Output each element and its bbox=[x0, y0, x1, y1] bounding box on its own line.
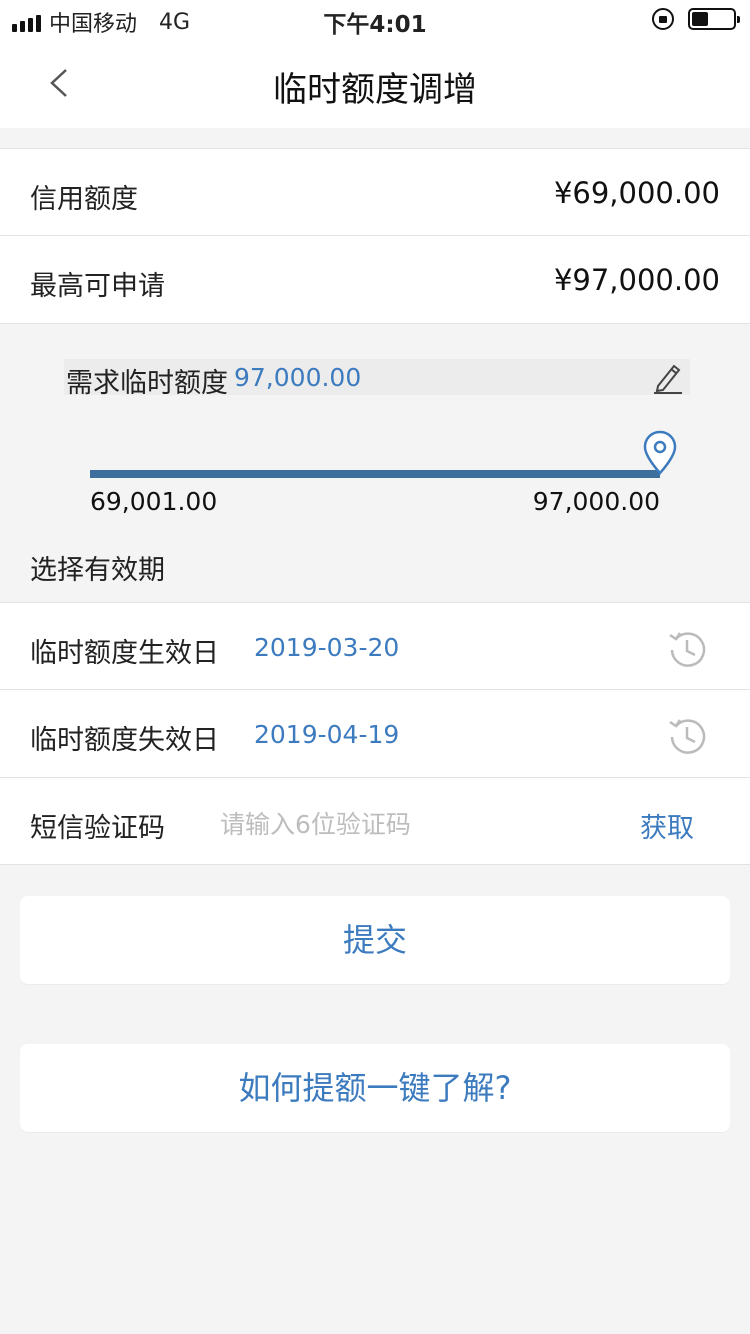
demand-value[interactable]: 97,000.00 bbox=[234, 363, 361, 392]
end-date-row[interactable]: 临时额度失效日 2019-04-19 bbox=[0, 689, 750, 777]
sms-code-input[interactable] bbox=[220, 806, 600, 842]
status-time: 下午4:01 bbox=[323, 12, 427, 38]
slider-min-label: 69,001.00 bbox=[90, 487, 218, 516]
battery-icon bbox=[688, 8, 740, 30]
start-date-row[interactable]: 临时额度生效日 2019-03-20 bbox=[0, 602, 750, 690]
clock-icon[interactable] bbox=[664, 714, 710, 760]
rotation-lock-icon bbox=[652, 8, 674, 30]
credit-limit-row: 信用额度 ¥69,000.00 bbox=[0, 148, 750, 236]
start-date-value[interactable]: 2019-03-20 bbox=[254, 633, 399, 662]
get-code-button[interactable]: 获取 bbox=[640, 806, 694, 845]
sms-row: 短信验证码 获取 bbox=[0, 777, 750, 865]
credit-limit-value: ¥69,000.00 bbox=[553, 176, 720, 210]
pencil-icon[interactable] bbox=[652, 360, 684, 394]
clock-icon[interactable] bbox=[664, 627, 710, 673]
max-apply-value: ¥97,000.00 bbox=[553, 263, 720, 297]
end-date-value[interactable]: 2019-04-19 bbox=[254, 720, 399, 749]
amount-slider-track[interactable] bbox=[90, 470, 660, 478]
demand-field[interactable]: 需求临时额度 97,000.00 bbox=[64, 359, 690, 399]
start-date-label: 临时额度生效日 bbox=[30, 638, 219, 669]
slider-handle-pin-icon[interactable] bbox=[642, 430, 678, 476]
slider-max-label: 97,000.00 bbox=[532, 487, 660, 516]
demand-label: 需求临时额度 bbox=[66, 368, 228, 399]
page-title: 临时额度调增 bbox=[273, 70, 477, 110]
status-right bbox=[652, 8, 740, 30]
sms-label: 短信验证码 bbox=[30, 813, 165, 844]
validity-title: 选择有效期 bbox=[30, 555, 165, 586]
end-date-label: 临时额度失效日 bbox=[30, 725, 219, 756]
submit-button[interactable]: 提交 bbox=[20, 896, 730, 984]
learn-more-button[interactable]: 如何提额一键了解? bbox=[20, 1044, 730, 1132]
max-apply-label: 最高可申请 bbox=[30, 271, 165, 302]
credit-limit-label: 信用额度 bbox=[30, 184, 138, 215]
status-bar: 中国移动 4G 下午4:01 bbox=[0, 0, 750, 40]
demand-section: 需求临时额度 97,000.00 69,001.00 97,000.00 选择有… bbox=[0, 323, 750, 603]
max-apply-row: 最高可申请 ¥97,000.00 bbox=[0, 235, 750, 323]
nav-bar: 临时额度调增 bbox=[0, 40, 750, 128]
